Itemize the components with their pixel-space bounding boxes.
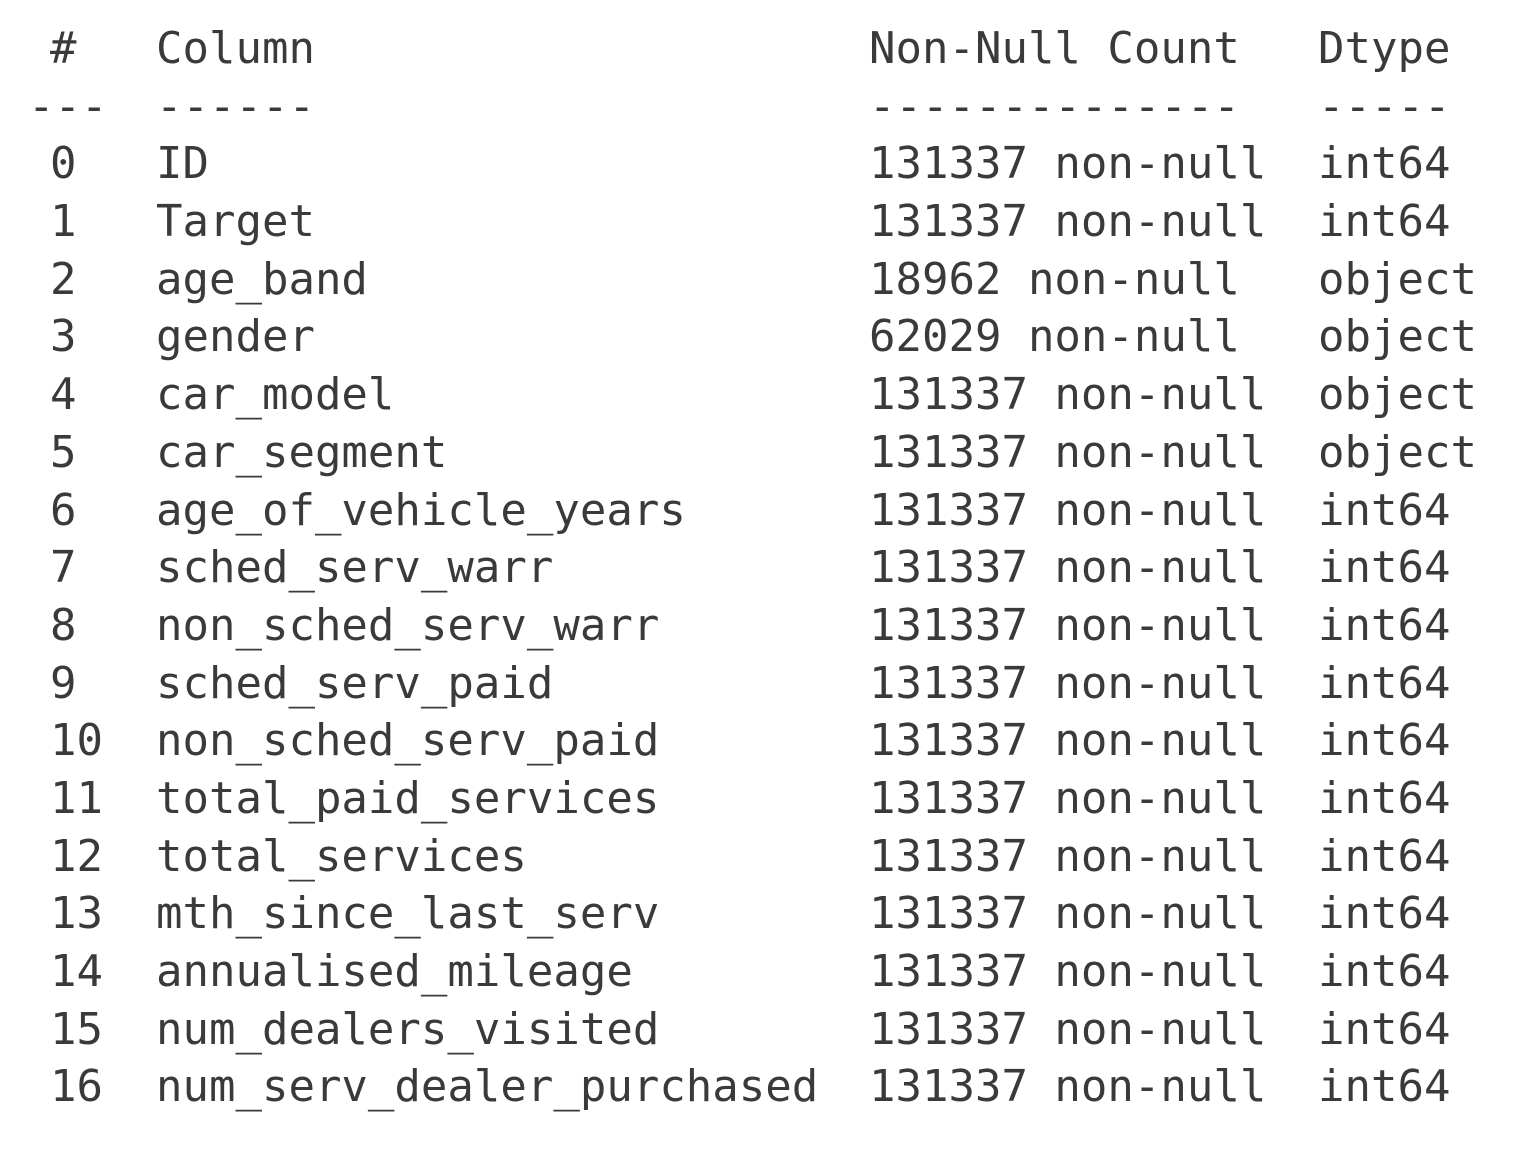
table-row: 4 car_model 131337 non-null object — [0, 366, 1518, 424]
table-row: 16 num_serv_dealer_purchased 131337 non-nu… — [0, 1058, 1518, 1116]
header-dtype: Dtype — [1318, 23, 1451, 74]
row-column-name: num_serv_dealer_purchased — [156, 1061, 819, 1113]
header-count: Non-Null Count — [869, 23, 1240, 74]
separator-dtype: ----- — [1318, 80, 1451, 132]
row-index: 1 — [50, 196, 77, 248]
row-non-null-count: 18962 non-null — [869, 253, 1240, 305]
row-dtype: int64 — [1318, 772, 1451, 824]
row-dtype: int64 — [1318, 946, 1451, 997]
row-column-name: Target — [156, 196, 315, 248]
row-dtype: int64 — [1318, 484, 1451, 536]
row-non-null-count: 131337 non-null — [869, 1003, 1267, 1055]
table-row: 2 age_band 18962 non-null object — [0, 251, 1518, 309]
row-index: 5 — [50, 426, 77, 478]
row-index: 0 — [50, 138, 77, 190]
row-dtype: int64 — [1318, 599, 1451, 651]
row-non-null-count: 131337 non-null — [869, 369, 1267, 421]
row-index: 11 — [50, 772, 103, 824]
row-index: 16 — [50, 1061, 103, 1113]
table-row: 13 mth_since_last_serv 131337 non-null int6… — [0, 885, 1518, 943]
row-dtype: object — [1318, 426, 1477, 478]
table-header: # Column Non-Null Count Dtype — [0, 20, 1518, 78]
table-row: 11 total_paid_services 131337 non-null int6… — [0, 770, 1518, 828]
row-column-name: car_segment — [156, 426, 448, 478]
row-index: 2 — [50, 253, 77, 305]
row-non-null-count: 131337 non-null — [869, 715, 1267, 767]
table-body: 0 ID 131337 non-null int64 1 Target 131337 non… — [0, 135, 1518, 1116]
row-non-null-count: 131337 non-null — [869, 196, 1267, 248]
row-column-name: non_sched_serv_warr — [156, 599, 660, 651]
row-column-name: sched_serv_paid — [156, 657, 554, 709]
header-column: Column — [156, 23, 315, 74]
row-dtype: int64 — [1318, 715, 1451, 767]
table-row: 10 non_sched_serv_paid 131337 non-null int6… — [0, 712, 1518, 770]
row-index: 15 — [50, 1003, 103, 1055]
row-non-null-count: 131337 non-null — [869, 946, 1267, 997]
table-separator: --- ------ -------------- ----- — [0, 78, 1518, 136]
row-column-name: annualised_mileage — [156, 946, 633, 997]
row-non-null-count: 131337 non-null — [869, 888, 1267, 940]
row-index: 10 — [50, 715, 103, 767]
row-column-name: car_model — [156, 369, 395, 421]
dataframe-info-output: # Column Non-Null Count Dtype --- ------… — [0, 20, 1518, 1116]
row-column-name: total_paid_services — [156, 772, 660, 824]
table-row: 6 age_of_vehicle_years 131337 non-null int6… — [0, 482, 1518, 540]
row-non-null-count: 131337 non-null — [869, 542, 1267, 594]
row-index: 6 — [50, 484, 77, 536]
row-dtype: int64 — [1318, 657, 1451, 709]
row-dtype: int64 — [1318, 888, 1451, 940]
row-index: 3 — [50, 311, 77, 363]
row-column-name: gender — [156, 311, 315, 363]
row-column-name: sched_serv_warr — [156, 542, 554, 594]
row-dtype: int64 — [1318, 1003, 1451, 1055]
row-index: 4 — [50, 369, 77, 421]
table-row: 8 non_sched_serv_warr 131337 non-null int64 — [0, 597, 1518, 655]
table-row: 12 total_services 131337 non-null int64 — [0, 828, 1518, 886]
row-index: 8 — [50, 599, 77, 651]
table-row: 7 sched_serv_warr 131337 non-null int64 — [0, 539, 1518, 597]
row-column-name: age_band — [156, 253, 368, 305]
row-dtype: object — [1318, 369, 1477, 421]
row-dtype: object — [1318, 253, 1477, 305]
row-dtype: int64 — [1318, 542, 1451, 594]
row-dtype: int64 — [1318, 830, 1451, 882]
row-column-name: num_dealers_visited — [156, 1003, 660, 1055]
table-row: 9 sched_serv_paid 131337 non-null int64 — [0, 655, 1518, 713]
row-index: 9 — [50, 657, 77, 709]
row-dtype: object — [1318, 311, 1477, 363]
row-non-null-count: 131337 non-null — [869, 1061, 1267, 1113]
row-non-null-count: 131337 non-null — [869, 484, 1267, 536]
header-index: # — [50, 23, 77, 74]
separator-column: ------ — [156, 80, 315, 132]
row-column-name: age_of_vehicle_years — [156, 484, 686, 536]
row-non-null-count: 131337 non-null — [869, 772, 1267, 824]
table-row: 15 num_dealers_visited 131337 non-null int6… — [0, 1001, 1518, 1059]
row-non-null-count: 62029 non-null — [869, 311, 1240, 363]
row-column-name: total_services — [156, 830, 527, 882]
row-dtype: int64 — [1318, 196, 1451, 248]
table-row: 14 annualised_mileage 131337 non-null int64 — [0, 943, 1518, 1001]
separator-index: --- — [28, 80, 108, 132]
row-index: 7 — [50, 542, 77, 594]
table-row: 0 ID 131337 non-null int64 — [0, 135, 1518, 193]
row-column-name: non_sched_serv_paid — [156, 715, 660, 767]
row-dtype: int64 — [1318, 1061, 1451, 1113]
row-dtype: int64 — [1318, 138, 1451, 190]
table-row: 5 car_segment 131337 non-null object — [0, 424, 1518, 482]
row-column-name: ID — [156, 138, 209, 190]
row-non-null-count: 131337 non-null — [869, 599, 1267, 651]
separator-count: -------------- — [869, 80, 1240, 132]
row-index: 13 — [50, 888, 103, 940]
table-row: 1 Target 131337 non-null int64 — [0, 193, 1518, 251]
table-row: 3 gender 62029 non-null object — [0, 308, 1518, 366]
row-index: 14 — [50, 946, 103, 997]
row-index: 12 — [50, 830, 103, 882]
row-column-name: mth_since_last_serv — [156, 888, 660, 940]
row-non-null-count: 131337 non-null — [869, 657, 1267, 709]
row-non-null-count: 131337 non-null — [869, 138, 1267, 190]
row-non-null-count: 131337 non-null — [869, 426, 1267, 478]
row-non-null-count: 131337 non-null — [869, 830, 1267, 882]
